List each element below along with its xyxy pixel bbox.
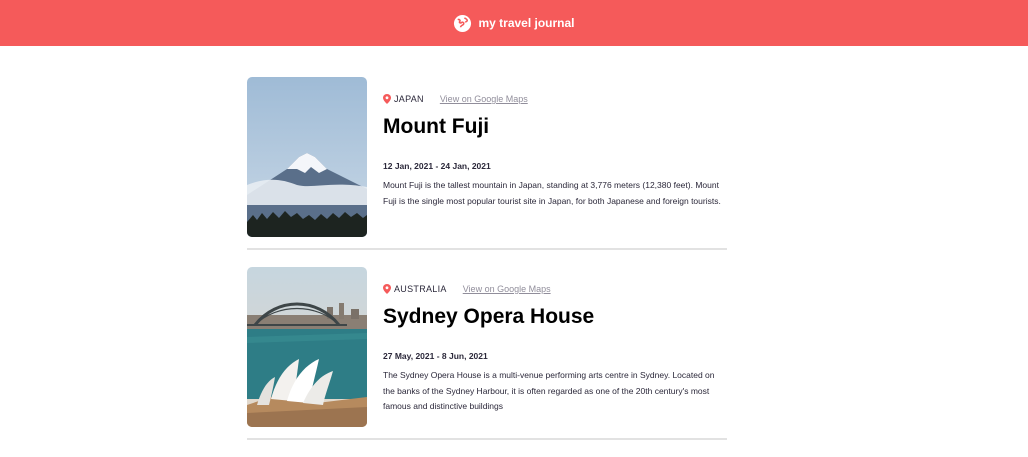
location-pin-icon [383,284,391,294]
app-header: my travel journal [0,0,1028,46]
entry-dates: 27 May, 2021 - 8 Jun, 2021 [383,351,488,361]
entry-dates: 12 Jan, 2021 - 24 Jan, 2021 [383,161,491,171]
entry-info: AUSTRALIA View on Google Maps Sydney Ope… [383,283,727,415]
entry-description: Mount Fuji is the tallest mountain in Ja… [383,180,721,206]
journal-entry: JAPAN View on Google Maps Mount Fuji 12 … [247,77,727,250]
entry-title: Sydney Opera House [383,305,595,328]
brand: my travel journal [453,14,575,33]
entry-title: Mount Fuji [383,115,490,138]
journal-entry: AUSTRALIA View on Google Maps Sydney Ope… [247,267,727,440]
google-maps-link[interactable]: View on Google Maps [463,284,551,294]
app-title: my travel journal [478,16,575,30]
entry-info: JAPAN View on Google Maps Mount Fuji 12 … [383,93,727,209]
entry-meta: AUSTRALIA View on Google Maps [383,283,727,295]
entry-meta: JAPAN View on Google Maps [383,93,727,105]
mount-fuji-photo [247,77,367,237]
globe-icon [453,14,472,33]
country-label: JAPAN [394,94,424,104]
entry-description: The Sydney Opera House is a multi-venue … [383,370,715,411]
location-pin-icon [383,94,391,104]
google-maps-link[interactable]: View on Google Maps [440,94,528,104]
entries-list: JAPAN View on Google Maps Mount Fuji 12 … [247,77,727,457]
sydney-opera-house-photo [247,267,367,427]
country-label: AUSTRALIA [394,284,447,294]
